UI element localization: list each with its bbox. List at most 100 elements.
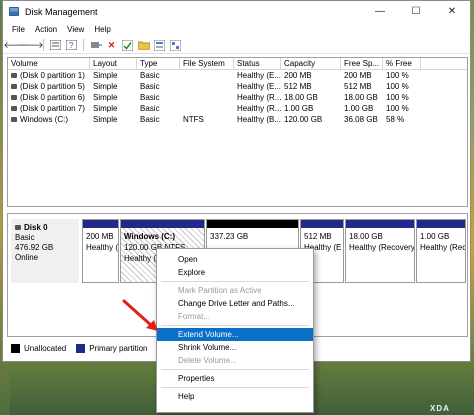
table-row[interactable]: (Disk 0 partition 1) Simple Basic Health… bbox=[8, 70, 467, 81]
partition-color-bar bbox=[207, 220, 298, 228]
volume-cell: Windows (C:) bbox=[8, 114, 90, 125]
menu-help[interactable]: Help bbox=[89, 25, 115, 34]
partition-size: 512 MB bbox=[304, 232, 332, 241]
maximize-button[interactable]: ☐ bbox=[398, 1, 434, 22]
status-cell: Healthy (E... bbox=[237, 71, 281, 80]
free-space-cell: 36.08 GB bbox=[344, 115, 378, 124]
status-cell: Healthy (B... bbox=[237, 115, 281, 124]
volume-cell: (Disk 0 partition 6) bbox=[8, 92, 90, 103]
table-row[interactable]: (Disk 0 partition 6) Simple Basic Health… bbox=[8, 92, 467, 103]
svg-text:?: ? bbox=[69, 41, 74, 50]
drive-icon bbox=[11, 106, 17, 112]
folder-icon[interactable] bbox=[137, 39, 150, 52]
menu-item-change-drive-letter[interactable]: Change Drive Letter and Paths... bbox=[157, 297, 313, 310]
percent-free-cell: 100 % bbox=[386, 82, 409, 91]
percent-free-cell: 100 % bbox=[386, 71, 409, 80]
table-row[interactable]: (Disk 0 partition 5) Simple Basic Health… bbox=[8, 81, 467, 92]
capacity-cell: 512 MB bbox=[284, 82, 312, 91]
column-header-volume[interactable]: Volume bbox=[8, 58, 90, 69]
type-cell: Basic bbox=[140, 82, 160, 91]
close-button[interactable]: ✕ bbox=[434, 1, 470, 22]
volume-name: (Disk 0 partition 1) bbox=[20, 71, 85, 80]
column-header-type[interactable]: Type bbox=[137, 58, 180, 69]
type-cell: Basic bbox=[140, 115, 160, 124]
menu-file[interactable]: File bbox=[7, 25, 30, 34]
connect-icon[interactable] bbox=[89, 39, 102, 52]
menu-item-help[interactable]: Help bbox=[157, 390, 313, 403]
partition-status: Healthy (Recovery bbox=[349, 243, 414, 252]
menu-separator bbox=[161, 369, 309, 370]
toolbar-separator bbox=[43, 39, 44, 51]
column-header-capacity[interactable]: Capacity bbox=[281, 58, 341, 69]
volume-cell: (Disk 0 partition 1) bbox=[8, 70, 90, 81]
menu-action[interactable]: Action bbox=[30, 25, 62, 34]
column-header-layout[interactable]: Layout bbox=[90, 58, 137, 69]
volume-list-header: Volume Layout Type File System Status Ca… bbox=[8, 58, 467, 70]
drive-icon bbox=[11, 84, 17, 90]
table-row[interactable]: (Disk 0 partition 7) Simple Basic Health… bbox=[8, 103, 467, 114]
free-space-cell: 1.00 GB bbox=[344, 104, 374, 113]
layout-cell: Simple bbox=[93, 115, 118, 124]
forward-icon[interactable]: 🡒 bbox=[19, 39, 43, 52]
primary-partition-swatch bbox=[76, 343, 86, 353]
file-system-cell bbox=[180, 103, 234, 114]
legend-primary-partition: Primary partition bbox=[89, 343, 148, 353]
type-cell: Basic bbox=[140, 104, 160, 113]
disk-status: Online bbox=[15, 253, 39, 262]
layout-cell: Simple bbox=[93, 71, 118, 80]
minimize-button[interactable]: — bbox=[362, 1, 398, 22]
file-system-cell bbox=[180, 81, 234, 92]
disk-type: Basic bbox=[15, 233, 35, 242]
column-header-free-space[interactable]: Free Sp... bbox=[341, 58, 383, 69]
partition-text: 1.00 GB Healthy (Recove bbox=[417, 228, 465, 256]
menu-item-open[interactable]: Open bbox=[157, 253, 313, 266]
disk-size: 476.92 GB bbox=[15, 243, 54, 252]
volume-name: (Disk 0 partition 5) bbox=[20, 82, 85, 91]
column-header-percent-free[interactable]: % Free bbox=[383, 58, 421, 69]
disk-management-app-icon bbox=[9, 7, 19, 16]
partition-block[interactable]: 18.00 GB Healthy (Recovery bbox=[345, 219, 415, 283]
partition-block[interactable]: 200 MB Healthy ( bbox=[82, 219, 119, 283]
help-icon[interactable]: ? bbox=[65, 39, 78, 52]
menu-item-shrink-volume[interactable]: Shrink Volume... bbox=[157, 341, 313, 354]
menu-item-delete-volume: Delete Volume... bbox=[178, 356, 237, 365]
list-icon[interactable] bbox=[49, 39, 62, 52]
capacity-cell: 120.00 GB bbox=[284, 115, 323, 124]
volume-cell: (Disk 0 partition 7) bbox=[8, 103, 90, 114]
partition-status: Healthy (Recove bbox=[420, 243, 465, 252]
partition-color-bar bbox=[417, 220, 465, 228]
title-bar[interactable]: Disk Management — ☐ ✕ bbox=[3, 1, 470, 22]
partition-text: 18.00 GB Healthy (Recovery bbox=[346, 228, 414, 256]
partition-size: 200 MB bbox=[86, 232, 114, 241]
menu-item-properties[interactable]: Properties bbox=[157, 372, 313, 385]
table-row[interactable]: Windows (C:) Simple Basic NTFS Healthy (… bbox=[8, 114, 467, 125]
delete-icon[interactable]: ✕ bbox=[105, 39, 118, 52]
type-cell: Basic bbox=[140, 71, 160, 80]
column-header-status[interactable]: Status bbox=[234, 58, 281, 69]
properties-icon[interactable] bbox=[153, 39, 166, 52]
status-cell: Healthy (R... bbox=[237, 104, 281, 113]
menu-item-explore[interactable]: Explore bbox=[157, 266, 313, 279]
disk-0-label[interactable]: Disk 0 Basic 476.92 GB Online bbox=[11, 219, 79, 283]
menu-item-format: Format... bbox=[178, 312, 211, 321]
partition-block[interactable]: 1.00 GB Healthy (Recove bbox=[416, 219, 466, 283]
menu-view[interactable]: View bbox=[62, 25, 89, 34]
partition-text: 200 MB Healthy ( bbox=[83, 228, 118, 256]
partition-size: 1.00 GB bbox=[420, 232, 450, 241]
toolbar: 🡐 🡒 ? ✕ bbox=[3, 37, 470, 54]
view-icon[interactable] bbox=[169, 39, 182, 52]
menu-item-extend-volume[interactable]: Extend Volume... bbox=[157, 328, 313, 341]
context-menu: Open Explore Mark Partition as Active Ch… bbox=[156, 248, 314, 413]
volume-cell: (Disk 0 partition 5) bbox=[8, 81, 90, 92]
disk-icon bbox=[15, 225, 21, 231]
partition-color-bar bbox=[301, 220, 343, 228]
disk-name-text: Disk 0 bbox=[24, 223, 48, 232]
column-header-file-system[interactable]: File System bbox=[180, 58, 234, 69]
file-system-cell bbox=[180, 92, 234, 103]
free-space-cell: 18.00 GB bbox=[344, 93, 378, 102]
legend-unallocated: Unallocated bbox=[24, 343, 67, 353]
capacity-cell: 1.00 GB bbox=[284, 104, 314, 113]
drive-icon bbox=[11, 117, 17, 123]
check-icon[interactable] bbox=[121, 39, 134, 52]
menu-separator bbox=[161, 325, 309, 326]
